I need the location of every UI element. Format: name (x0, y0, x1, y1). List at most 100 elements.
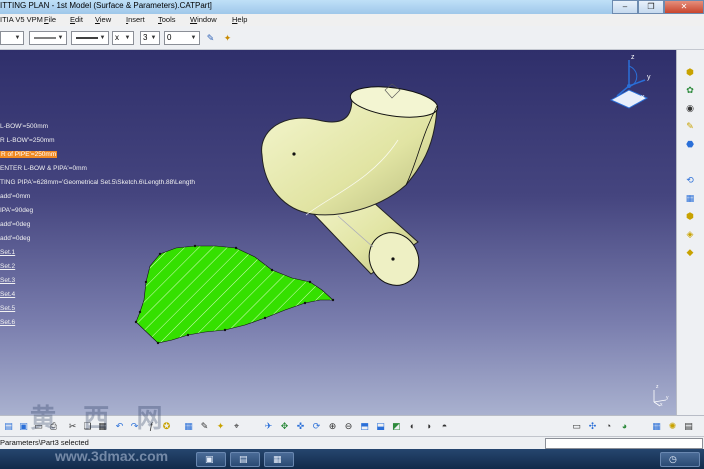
linetype-select[interactable]: ▼ (29, 31, 67, 45)
fill-icon[interactable]: ⟲ (683, 174, 697, 187)
close-button[interactable]: ✕ (664, 0, 704, 14)
window-title: ITTING PLAN - 1st Model (Surface & Param… (0, 1, 212, 10)
tree-item[interactable]: add'=0deg (0, 235, 30, 242)
tree-item[interactable]: TING PIPA'=628mm='Geometrical Set.5\Sket… (0, 179, 195, 186)
pan-icon[interactable]: ✜ (294, 419, 307, 433)
axis-y-label: y (666, 395, 669, 401)
swap-icon[interactable]: ◑ (422, 419, 435, 433)
trim-icon[interactable]: ◆ (683, 246, 697, 259)
new-icon[interactable]: ▤ (2, 419, 15, 433)
compass-icon (609, 60, 649, 109)
chevron-down-icon: ▼ (150, 35, 157, 41)
layer-index-value: 0 (167, 33, 172, 42)
tree-item-geometrical-set[interactable]: Set.2 (0, 263, 15, 270)
taskbar-button[interactable]: ▦ (264, 452, 294, 467)
tree-item-geometrical-set[interactable]: Set.5 (0, 305, 15, 312)
sphere-icon[interactable]: ◉ (683, 102, 697, 115)
status-message: Parameters\Part3 selected (0, 438, 89, 447)
power-input-field[interactable] (545, 438, 703, 449)
tree-item-geometrical-set[interactable]: Set.4 (0, 291, 15, 298)
layer-index-input[interactable]: 0 ▼ (164, 31, 200, 45)
sweep-icon[interactable]: ⬣ (683, 138, 697, 151)
folder-icon: ▤ (239, 454, 248, 464)
menu-tools[interactable]: Tools (158, 15, 176, 24)
layer-value: 3 (143, 33, 148, 42)
clock-icon: ◷ (669, 454, 677, 464)
menu-help[interactable]: Help (232, 15, 247, 24)
app-name: ITIA V5 VPM (0, 15, 43, 24)
measure-icon[interactable]: ⌖ (230, 419, 243, 433)
analysis-icon[interactable]: ✣ (586, 419, 599, 433)
point-symbol-value: x (115, 33, 119, 42)
tray-clock[interactable]: ◷ (660, 452, 700, 467)
thickness-select[interactable]: ▼ (71, 31, 109, 45)
tree-item[interactable]: IPA'=90deg (0, 207, 33, 214)
properties-icon[interactable]: ✦ (221, 32, 234, 45)
fly-icon[interactable]: ✈ (262, 419, 275, 433)
table-icon[interactable]: ▦ (182, 419, 195, 433)
point-symbol-select[interactable]: x ▼ (112, 31, 134, 45)
zoom-out-icon[interactable]: ⊖ (342, 419, 355, 433)
window-controls: – ❐ ✕ (612, 0, 704, 14)
hide-show-icon[interactable]: ◐ (406, 419, 419, 433)
compass-x-label: x (641, 94, 645, 101)
join-icon[interactable]: ⬢ (683, 210, 697, 223)
menu-insert[interactable]: Insert (126, 15, 145, 24)
3d-viewport[interactable]: L-BOW'=500mm R L-BOW'=250mm R of PIPE'=2… (0, 50, 676, 415)
extrude-icon[interactable]: ⬢ (683, 66, 697, 79)
multi-section-icon[interactable]: ▦ (683, 192, 697, 205)
watermark-url: www.3dmax.com (55, 448, 169, 464)
iso-view-icon[interactable]: ⬓ (374, 419, 387, 433)
menu-view[interactable]: View (95, 15, 111, 24)
flat-pattern-sketch[interactable] (134, 244, 335, 345)
graphic-properties-toolbar: ▼ ▼ ▼ x ▼ 3 ▼ 0 ▼ ✎ ✦ (0, 26, 704, 50)
menu-window[interactable]: Window (190, 15, 217, 24)
tree-item[interactable]: R L-BOW'=250mm (0, 137, 55, 144)
chevron-down-icon: ▼ (124, 35, 131, 41)
minimize-button[interactable]: – (612, 0, 638, 14)
sketch-icon[interactable]: ✎ (198, 419, 211, 433)
catalog-icon[interactable]: ▭ (570, 419, 583, 433)
tree-item[interactable]: L-BOW'=500mm (0, 123, 48, 130)
taskbar-button[interactable]: ▣ (196, 452, 226, 467)
menu-edit[interactable]: Edit (70, 15, 83, 24)
tree-item[interactable]: add'=0deg (0, 221, 30, 228)
color-select[interactable]: ▼ (0, 31, 24, 45)
zoom-in-icon[interactable]: ⊕ (326, 419, 339, 433)
tree-item[interactable]: ENTER L-BOW & PIPA'=0mm (0, 165, 87, 172)
material-icon[interactable]: ◓ (438, 419, 451, 433)
grid-icon[interactable]: ▦ (650, 419, 663, 433)
menu-file[interactable]: File (44, 15, 56, 24)
offset-icon[interactable]: ✎ (683, 120, 697, 133)
chevron-down-icon: ▼ (99, 35, 106, 41)
light-icon[interactable]: ✺ (666, 419, 679, 433)
tree-item-geometrical-set[interactable]: Set.3 (0, 277, 15, 284)
table-view-icon[interactable]: ▤ (682, 419, 695, 433)
layer-select[interactable]: 3 ▼ (140, 31, 160, 45)
chevron-down-icon: ▼ (190, 35, 197, 41)
chevron-down-icon: ▼ (57, 35, 64, 41)
tree-item-geometrical-set[interactable]: Set.1 (0, 249, 15, 256)
curvature-icon[interactable]: ◕ (618, 419, 631, 433)
tools-icon[interactable]: ✦ (214, 419, 227, 433)
compass[interactable]: z y x (605, 54, 651, 112)
compass-y-label: y (647, 74, 651, 81)
fit-all-icon[interactable]: ✥ (278, 419, 291, 433)
tree-item-geometrical-set[interactable]: Set.6 (0, 319, 15, 326)
tree-item[interactable]: add'=0mm (0, 193, 30, 200)
app-icon: ▦ (273, 454, 282, 464)
shading-icon[interactable]: ◩ (390, 419, 403, 433)
draft-analysis-icon[interactable]: ◔ (602, 419, 615, 433)
rotate-icon[interactable]: ⟳ (310, 419, 323, 433)
window-icon: ▣ (205, 454, 214, 464)
scene-geometry (134, 83, 439, 345)
taskbar-button[interactable]: ▤ (230, 452, 260, 467)
tree-item-selected[interactable]: R of PIPE'=250mm (0, 151, 58, 158)
painter-icon[interactable]: ✎ (204, 32, 217, 45)
axis-x-label: x (660, 402, 663, 408)
open-icon[interactable]: ▣ (17, 419, 30, 433)
revolve-icon[interactable]: ✿ (683, 84, 697, 97)
restore-button[interactable]: ❐ (638, 0, 664, 14)
split-icon[interactable]: ◈ (683, 228, 697, 241)
normal-view-icon[interactable]: ⬒ (358, 419, 371, 433)
